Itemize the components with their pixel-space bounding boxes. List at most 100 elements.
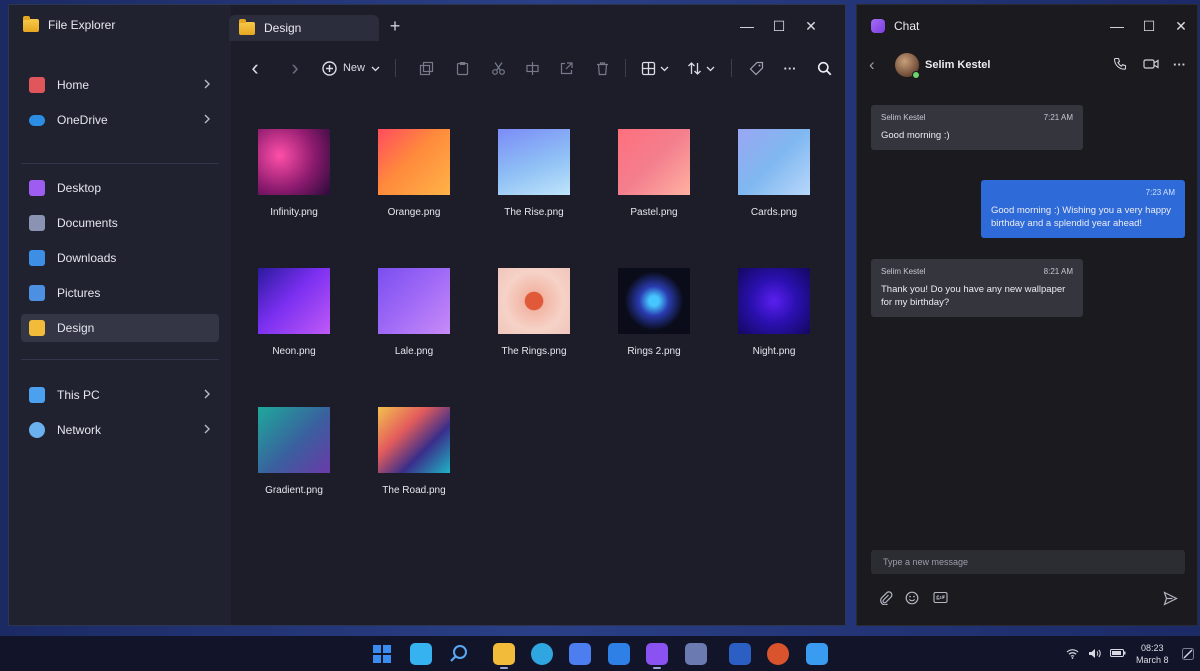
attach-icon[interactable] [879,591,893,608]
share-icon[interactable] [555,55,577,81]
copy-icon[interactable] [415,55,437,81]
new-button[interactable]: New [319,55,383,81]
sidebar-item-network[interactable]: Network [21,416,219,444]
more-options-button[interactable]: ··· [1173,57,1186,72]
mail-icon[interactable] [608,643,630,665]
task-view-icon[interactable] [410,643,432,665]
photos-icon[interactable] [569,643,591,665]
chevron-right-icon[interactable] [203,388,211,402]
view-button[interactable] [637,55,673,81]
maximize-button[interactable]: ☐ [1133,15,1165,37]
file-item[interactable]: Neon.png [244,268,344,357]
incoming-message[interactable]: Selim Kestel 8:21 AM Thank you! Do you hav… [871,259,1083,317]
chevron-right-icon[interactable] [203,113,211,127]
file-item[interactable]: Pastel.png [604,129,704,218]
file-item[interactable]: Lale.png [364,268,464,357]
emoji-icon[interactable] [905,591,919,608]
tab-design[interactable]: Design [229,15,379,41]
cut-icon[interactable] [487,55,509,81]
maximize-button[interactable]: ☐ [763,15,795,37]
notifications-icon[interactable] [1182,648,1194,663]
phone-call-icon[interactable] [1113,57,1127,74]
file-item[interactable]: Rings 2.png [604,268,704,357]
file-item[interactable]: Infinity.png [244,129,344,218]
file-item[interactable]: The Road.png [364,407,464,496]
video-call-icon[interactable] [1143,57,1159,74]
video-editor-icon[interactable] [685,643,707,665]
file-item[interactable]: Night.png [724,268,824,357]
outgoing-message[interactable]: 7:23 AM Good morning :) Wishing you a ver… [981,180,1185,238]
sidebar-item-downloads[interactable]: Downloads [21,244,219,272]
teams-chat-icon [871,19,885,33]
sidebar-item-pictures[interactable]: Pictures [21,279,219,307]
file-name: Infinity.png [270,207,318,218]
document-icon [29,215,45,231]
file-name: Neon.png [272,346,316,357]
home-icon [29,77,45,93]
back-button[interactable]: ‹ [245,55,265,81]
search-button[interactable] [813,55,835,81]
file-thumbnail [618,129,690,195]
paste-icon[interactable] [451,55,473,81]
rename-icon[interactable] [521,55,543,81]
minimize-button[interactable]: — [1101,15,1133,37]
more-options-button[interactable]: ··· [779,55,801,81]
tag-icon[interactable] [745,55,767,81]
send-icon[interactable] [1163,591,1178,609]
file-thumbnail [258,129,330,195]
wifi-icon[interactable] [1066,648,1079,662]
file-item[interactable]: Cards.png [724,129,824,218]
message-time: 7:21 AM [1043,113,1073,122]
message-sender: Selim Kestel [881,113,926,122]
file-item[interactable]: Gradient.png [244,407,344,496]
presence-available-icon [912,71,920,79]
store-icon[interactable] [806,643,828,665]
close-button[interactable]: ✕ [795,15,827,37]
new-button-label: New [342,62,365,74]
sort-button[interactable] [683,55,719,81]
plus-circle-icon [322,60,337,76]
powerpoint-icon[interactable] [767,643,789,665]
file-explorer-icon [23,15,39,32]
edge-icon[interactable] [531,643,553,665]
message-text: Thank you! Do you have any new wallpaper… [881,284,1066,308]
chat-title-bar: Chat [871,19,919,33]
close-button[interactable]: ✕ [1165,15,1197,37]
contact-name[interactable]: Selim Kestel [925,59,990,71]
back-arrow-icon[interactable]: ‹ [869,55,875,75]
teams-chat-icon[interactable] [646,643,668,665]
start-icon[interactable] [371,643,393,665]
file-item[interactable]: The Rise.png [484,129,584,218]
file-explorer-icon[interactable] [493,643,515,665]
chevron-right-icon[interactable] [203,78,211,92]
delete-icon[interactable] [591,55,613,81]
word-icon[interactable] [729,643,751,665]
volume-icon[interactable] [1088,648,1101,662]
sidebar-item-home[interactable]: Home [21,71,219,99]
file-name: Lale.png [394,346,434,357]
explorer-title-bar[interactable]: File Explorer Design + — ☐ ✕ [9,5,845,47]
chevron-right-icon[interactable] [203,423,211,437]
file-name: The Road.png [382,485,446,496]
sidebar-item-desktop[interactable]: Desktop [21,174,219,202]
file-thumbnail [378,407,450,473]
picture-icon [29,285,45,301]
forward-button[interactable]: › [285,55,305,81]
sidebar-item-onedrive[interactable]: OneDrive [21,106,219,134]
battery-icon[interactable] [1110,648,1126,661]
sidebar-item-documents[interactable]: Documents [21,209,219,237]
new-tab-button[interactable]: + [385,16,405,37]
message-input[interactable] [871,550,1185,574]
file-item[interactable]: Orange.png [364,129,464,218]
tab-label: Design [264,21,302,35]
computer-icon [29,387,45,403]
file-item[interactable]: The Rings.png [484,268,584,357]
sidebar-item-design[interactable]: Design [21,314,219,342]
gif-icon[interactable] [933,591,948,607]
file-name: Pastel.png [630,207,678,218]
incoming-message[interactable]: Selim Kestel 7:21 AM Good morning :) [871,105,1083,150]
sidebar-item-this-pc[interactable]: This PC [21,381,219,409]
minimize-button[interactable]: — [731,15,763,37]
system-clock[interactable]: 08:23 March 8 [1136,642,1169,666]
search-icon[interactable] [448,643,470,665]
